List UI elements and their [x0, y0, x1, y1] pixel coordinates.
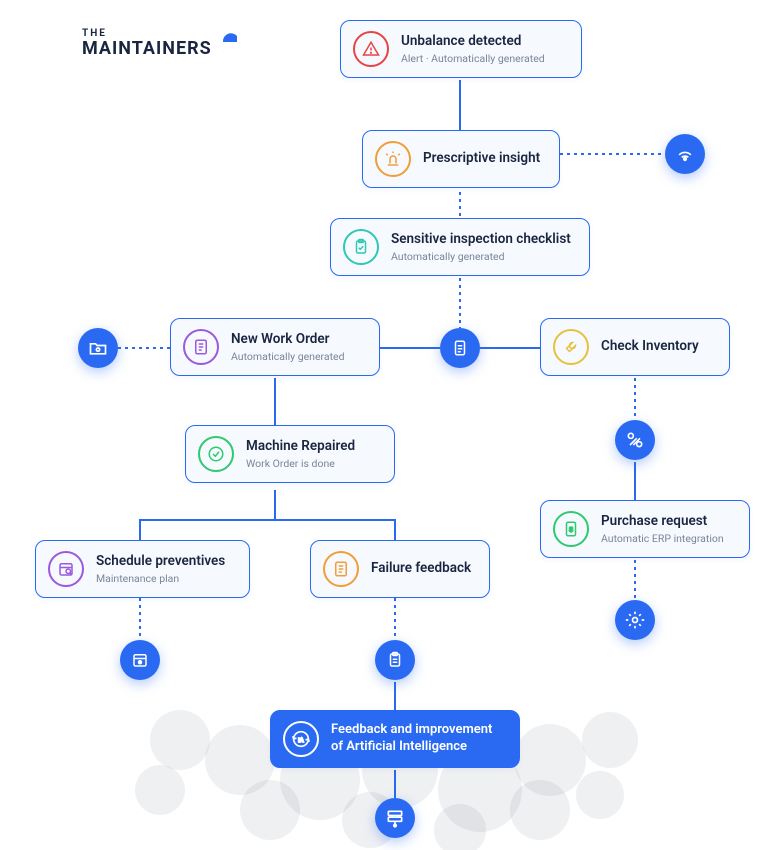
card-title: Machine Repaired — [246, 438, 355, 456]
card-title: Feedback and improvement of Artificial I… — [331, 722, 501, 756]
card-unbalance-detected: Unbalance detected Alert · Automatically… — [340, 20, 582, 78]
card-subtitle: Automatically generated — [391, 250, 571, 263]
document-badge — [440, 328, 480, 368]
calendar-icon — [131, 651, 149, 669]
card-prescriptive-insight: Prescriptive insight — [362, 130, 560, 188]
gear-icon — [625, 610, 645, 630]
card-title: Prescriptive insight — [423, 150, 540, 168]
card-check-inventory: Check Inventory — [540, 318, 730, 376]
card-purchase-request: $ Purchase request Automatic ERP integra… — [540, 500, 750, 558]
card-subtitle: Alert · Automatically generated — [401, 52, 545, 65]
clipboard-badge — [375, 640, 415, 680]
svg-text:IA: IA — [298, 738, 304, 744]
card-subtitle: Work Order is done — [246, 457, 355, 470]
clipboard-icon — [343, 229, 379, 265]
sensor-badge — [665, 134, 705, 174]
card-failure-feedback: Failure feedback — [310, 540, 490, 598]
calendar-badge — [120, 640, 160, 680]
card-machine-repaired: Machine Repaired Work Order is done — [185, 425, 395, 483]
card-subtitle: Automatically generated — [231, 350, 345, 363]
card-subtitle: Automatic ERP integration — [601, 532, 724, 545]
gear-badge — [615, 600, 655, 640]
signal-icon — [675, 144, 695, 164]
card-title: Check Inventory — [601, 338, 699, 356]
card-subtitle: Maintenance plan — [96, 572, 225, 585]
card-title: Sensitive inspection checklist — [391, 231, 571, 249]
card-ai-feedback: IA Feedback and improvement of Artificia… — [270, 710, 520, 768]
workorder-icon — [183, 329, 219, 365]
alert-icon — [353, 31, 389, 67]
card-checklist: Sensitive inspection checklist Automatic… — [330, 218, 590, 276]
card-title: New Work Order — [231, 331, 345, 349]
checkmark-icon — [198, 436, 234, 472]
invoice-icon: $ — [553, 511, 589, 547]
tools-icon — [625, 430, 645, 450]
clipboard-list-icon — [386, 651, 404, 669]
card-title: Purchase request — [601, 513, 724, 531]
document-icon — [451, 339, 469, 357]
tools-badge — [615, 420, 655, 460]
brand-glyph-icon — [220, 30, 240, 50]
card-title: Schedule preventives — [96, 553, 225, 571]
card-title: Unbalance detected — [401, 33, 545, 51]
card-new-work-order: New Work Order Automatically generated — [170, 318, 380, 376]
settings-folder-badge — [78, 328, 118, 368]
folder-gear-icon — [88, 338, 108, 358]
wrench-icon — [553, 329, 589, 365]
server-icon — [385, 808, 405, 828]
brand-line2: MAINTAINERS — [82, 39, 212, 59]
svg-text:$: $ — [569, 526, 573, 533]
card-schedule-preventives: Schedule preventives Maintenance plan — [35, 540, 250, 598]
siren-icon — [375, 141, 411, 177]
calendar-search-icon — [48, 551, 84, 587]
server-badge — [375, 798, 415, 838]
card-title: Failure feedback — [371, 560, 471, 578]
feedback-icon — [323, 551, 359, 587]
brand-logo: THE MAINTAINERS — [82, 28, 212, 59]
ai-icon: IA — [283, 721, 319, 757]
